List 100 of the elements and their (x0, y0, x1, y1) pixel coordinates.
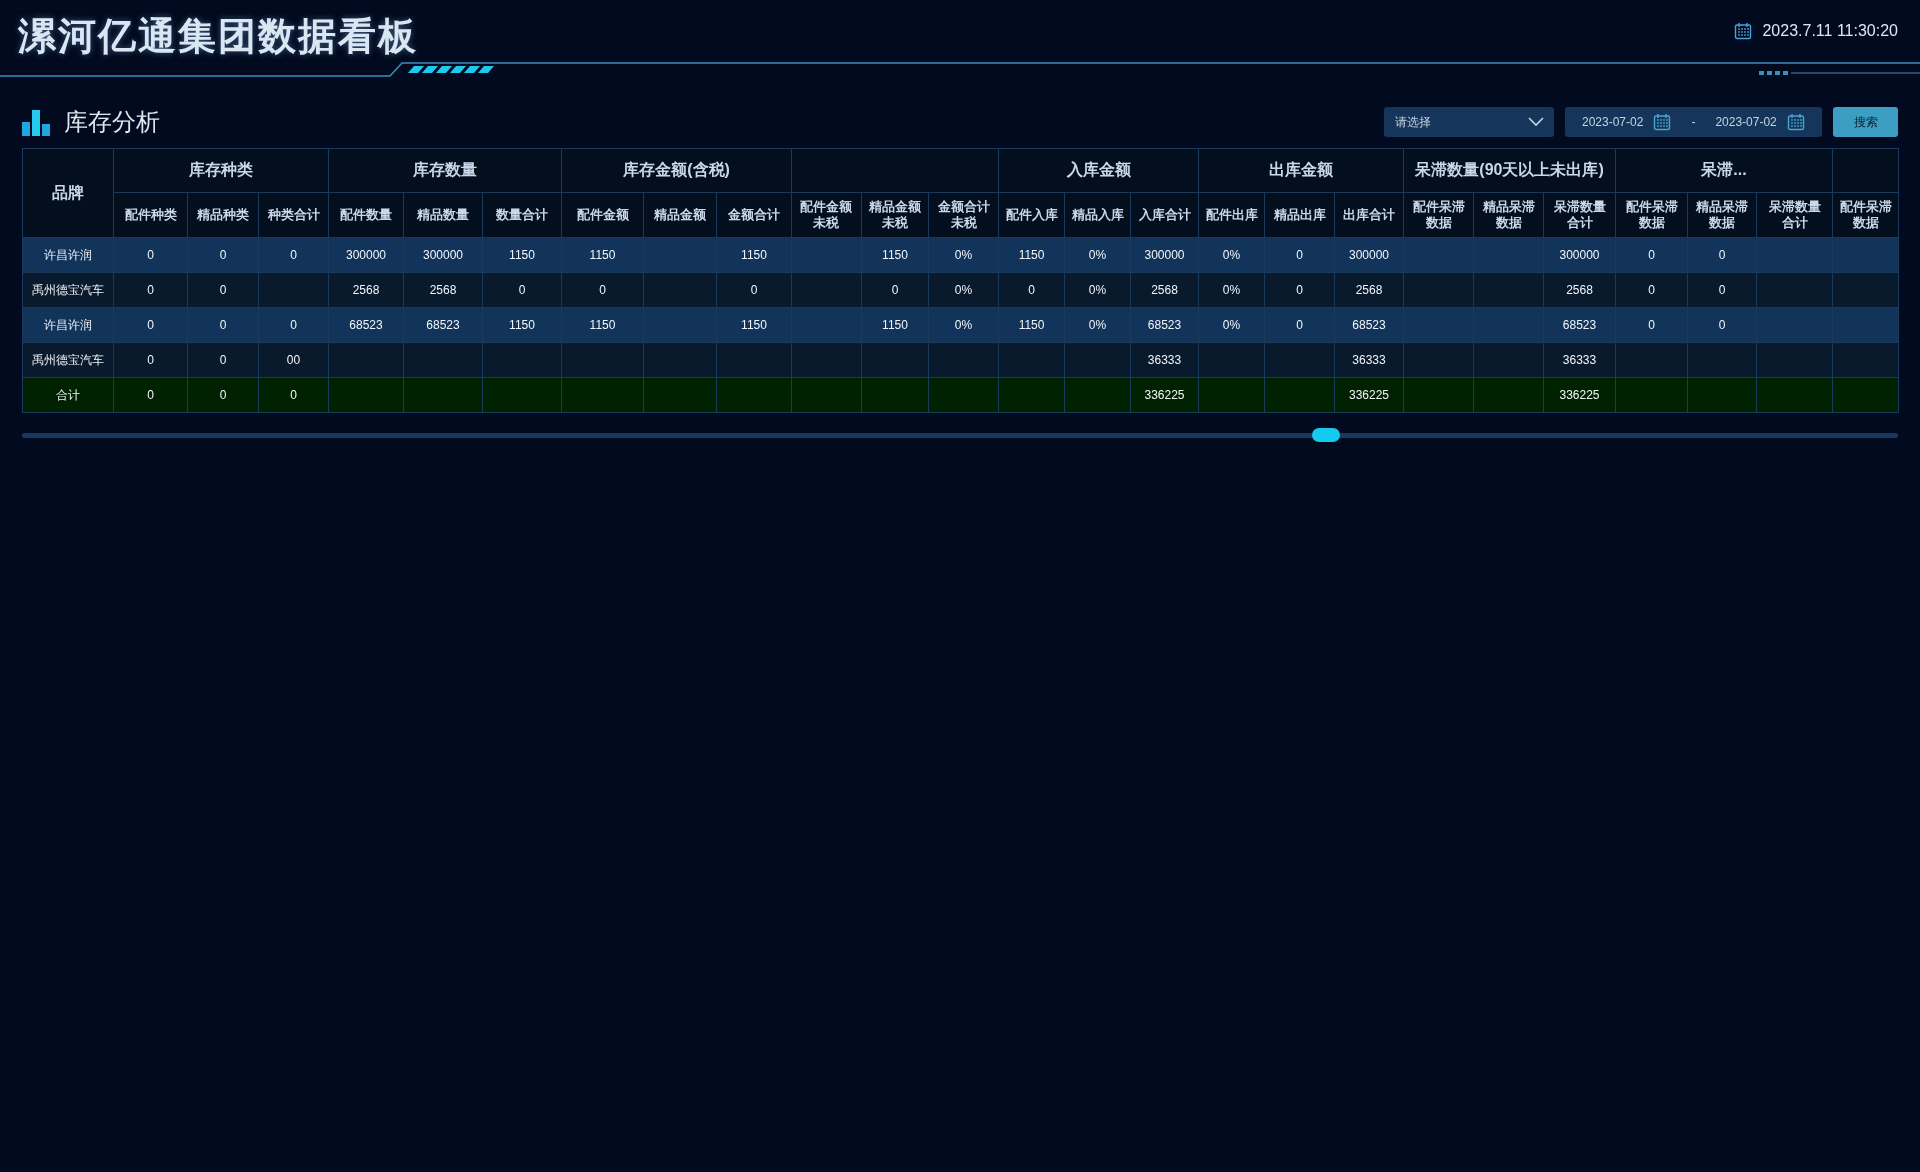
table-cell: 1150 (482, 237, 562, 273)
table-cell: 2568 (403, 272, 483, 308)
table-cell: 0 (482, 272, 562, 308)
column-header: 配件金额未税 (791, 192, 862, 238)
table-cell: 0 (1687, 272, 1757, 308)
table-cell: 68523 (403, 307, 483, 343)
group-header: 入库金额 (998, 148, 1199, 193)
table-cell: 68523 (328, 307, 404, 343)
table-cell: 0% (928, 237, 999, 273)
column-header: 呆滞数量合计 (1756, 192, 1833, 238)
table-cell: 0 (258, 237, 329, 273)
group-header: 呆滞... (1615, 148, 1833, 193)
table-cell: 0 (1687, 307, 1757, 343)
table-cell: 36333 (1130, 342, 1199, 378)
table-cell: 1150 (998, 307, 1065, 343)
table-cell: 0% (1198, 237, 1265, 273)
table-cell: 0% (1198, 272, 1265, 308)
table-cell: 336225 (1543, 377, 1616, 413)
column-header: 入库合计 (1130, 192, 1199, 238)
table-cell: 0 (861, 272, 929, 308)
table-cell: 0 (1264, 307, 1335, 343)
table-cell: 300000 (328, 237, 404, 273)
table-cell: 0 (1264, 237, 1335, 273)
table-cell: 1150 (482, 307, 562, 343)
table-cell: 0% (1064, 237, 1131, 273)
brand-select[interactable]: 请选择 (1384, 107, 1554, 137)
table-cell: 2568 (1543, 272, 1616, 308)
table-cell: 许昌许润 (22, 237, 114, 273)
search-button[interactable]: 搜索 (1833, 107, 1898, 137)
column-header: 配件数量 (328, 192, 404, 238)
column-header: 精品数量 (403, 192, 483, 238)
column-header: 种类合计 (258, 192, 329, 238)
table-cell: 0 (1687, 237, 1757, 273)
column-header: 配件种类 (113, 192, 188, 238)
table-cell: 0 (258, 377, 329, 413)
table-cell: 0 (716, 272, 792, 308)
table-cell: 禹州德宝汽车 (22, 342, 114, 378)
column-header: 品牌 (22, 148, 114, 238)
dashboard-title: 漯河亿通集团数据看板 (18, 13, 418, 59)
column-header: 配件出库 (1198, 192, 1265, 238)
group-header: 库存数量 (328, 148, 562, 193)
table-cell: 300000 (1334, 237, 1404, 273)
table-cell: 68523 (1334, 307, 1404, 343)
column-header: 精品呆滞数据 (1687, 192, 1757, 238)
column-header: 配件呆滞数据 (1832, 192, 1899, 238)
column-header: 配件入库 (998, 192, 1065, 238)
table-cell: 0% (1198, 307, 1265, 343)
column-header: 数量合计 (482, 192, 562, 238)
table-cell: 0% (928, 307, 999, 343)
table-cell: 0 (113, 342, 188, 378)
table-cell: 1150 (861, 307, 929, 343)
table-cell: 0 (113, 237, 188, 273)
group-header: 库存金额(含税) (561, 148, 792, 193)
section-title: 库存分析 (64, 107, 160, 137)
table-cell: 0 (187, 377, 259, 413)
column-header: 精品出库 (1264, 192, 1335, 238)
table-cell: 2568 (1130, 272, 1199, 308)
table-cell: 0 (258, 307, 329, 343)
group-header: 出库金额 (1198, 148, 1404, 193)
table-cell: 300000 (1543, 237, 1616, 273)
datetime-text: 2023.7.11 11:30:20 (1762, 22, 1898, 40)
table-cell: 300000 (1130, 237, 1199, 273)
table-cell: 36333 (1543, 342, 1616, 378)
group-header: 库存种类 (113, 148, 329, 193)
date-range-field[interactable]: 2023-07-02 - 2023-07-02 (1565, 107, 1822, 137)
group-header: 呆滞数量(90天以上未出库) (1403, 148, 1616, 193)
table-cell: 0 (187, 272, 259, 308)
table-cell: 0% (1064, 307, 1131, 343)
table-cell: 禹州德宝汽车 (22, 272, 114, 308)
table-cell: 0 (1264, 272, 1335, 308)
column-header: 精品呆滞数据 (1473, 192, 1544, 238)
table-cell: 0 (187, 237, 259, 273)
table-cell: 0 (1615, 272, 1688, 308)
table-cell: 0 (1615, 307, 1688, 343)
table-cell: 0% (928, 272, 999, 308)
table-cell: 36333 (1334, 342, 1404, 378)
table-cell: 0% (1064, 272, 1131, 308)
table-cell: 0 (113, 272, 188, 308)
table-cell: 1150 (561, 307, 644, 343)
column-header: 配件呆滞数据 (1615, 192, 1688, 238)
column-header: 配件金额 (561, 192, 644, 238)
column-header: 出库合计 (1334, 192, 1404, 238)
column-header: 精品金额 (643, 192, 717, 238)
table-cell: 许昌许润 (22, 307, 114, 343)
table-cell: 1150 (861, 237, 929, 273)
table-cell: 336225 (1334, 377, 1404, 413)
table-cell: 00 (258, 342, 329, 378)
table-cell: 68523 (1130, 307, 1199, 343)
table-cell: 1150 (998, 237, 1065, 273)
table-cell: 2568 (328, 272, 404, 308)
table-cell: 1150 (561, 237, 644, 273)
column-header: 精品入库 (1064, 192, 1131, 238)
table-cell: 0 (998, 272, 1065, 308)
table-cell: 1150 (716, 237, 792, 273)
table-cell: 0 (561, 272, 644, 308)
table-cell: 300000 (403, 237, 483, 273)
column-header: 金额合计 (716, 192, 792, 238)
column-header: 呆滞数量合计 (1543, 192, 1616, 238)
table-cell: 68523 (1543, 307, 1616, 343)
column-header: 配件呆滞数据 (1403, 192, 1474, 238)
